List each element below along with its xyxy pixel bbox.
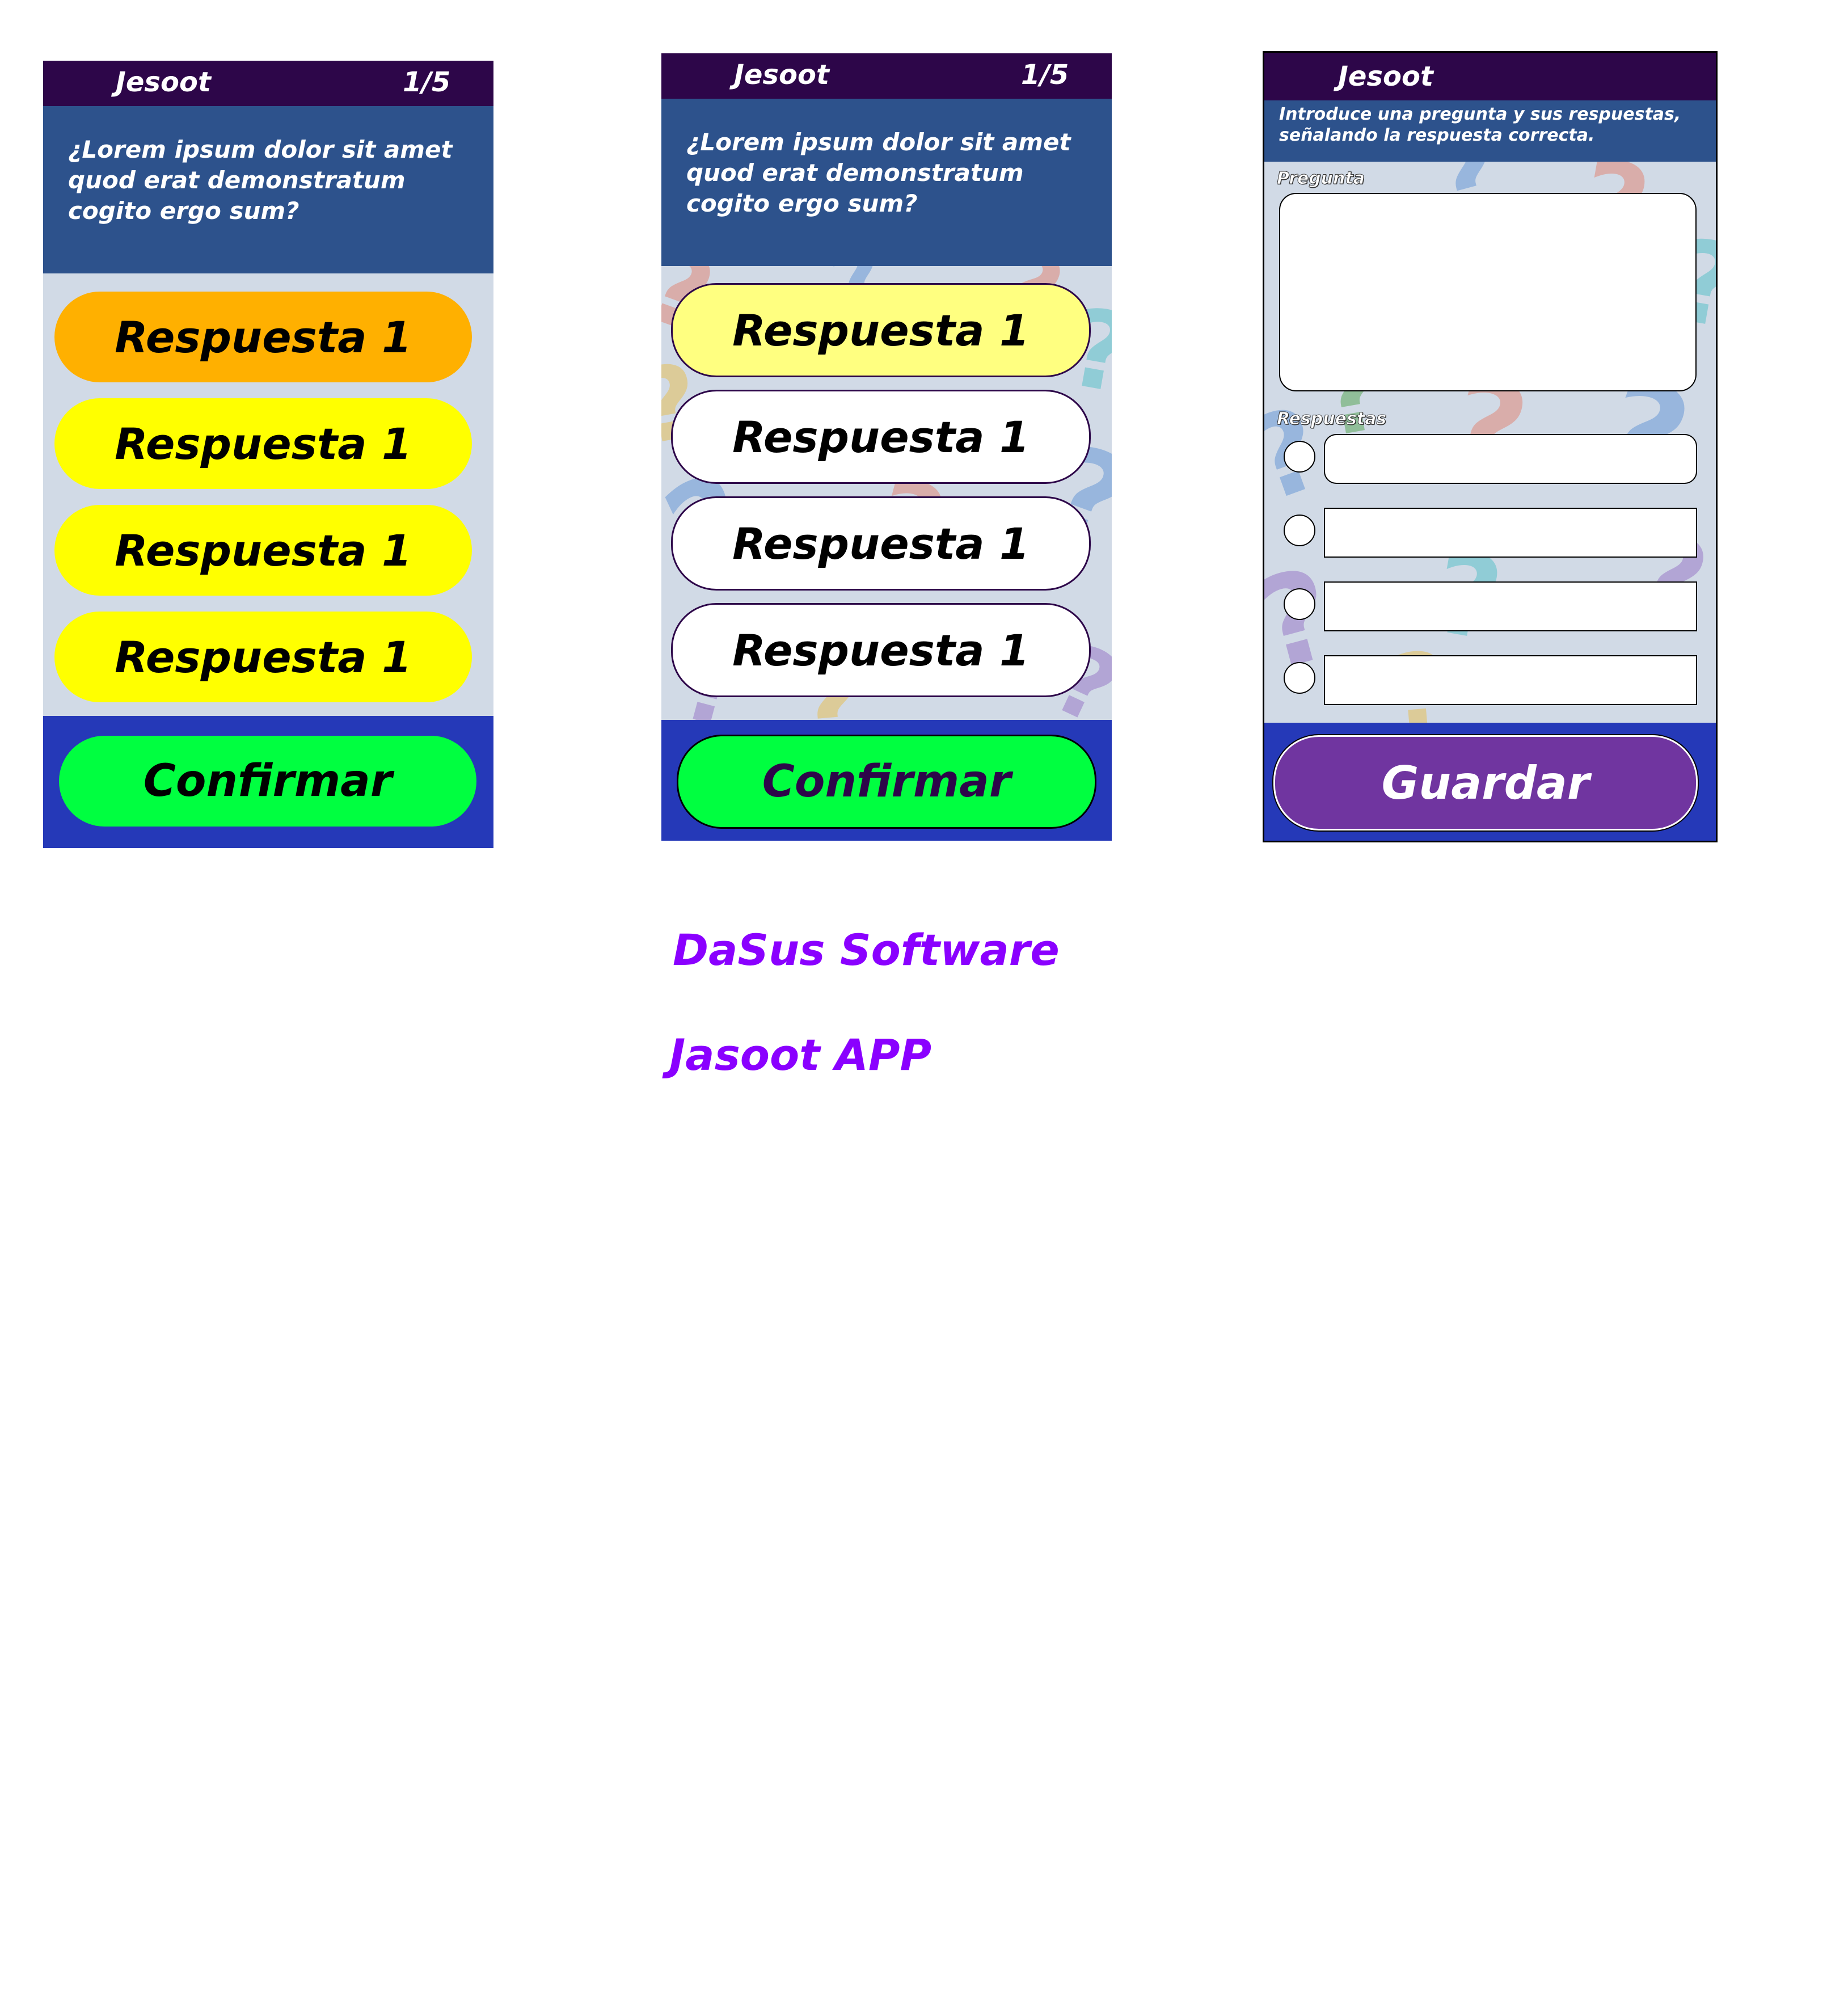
instruction-panel: Introduce una pregunta y sus respuestas,… [1264,100,1716,162]
correct-answer-radio-4[interactable] [1284,662,1315,694]
question-text: ¿Lorem ipsum dolor sit amet quod erat de… [68,136,453,225]
answer-button-4[interactable]: Respuesta 1 [671,603,1091,697]
quiz-screen-1: Jesoot 1/5 ¿Lorem ipsum dolor sit amet q… [43,61,493,848]
question-panel: ¿Lorem ipsum dolor sit amet quod erat de… [43,106,493,273]
answer-button-2[interactable]: Respuesta 1 [54,398,472,489]
answer-button-3[interactable]: Respuesta 1 [54,505,472,596]
answer-input-2[interactable] [1324,508,1697,558]
bottom-bar: Confirmar [43,716,493,848]
question-counter: 1/5 [1021,59,1069,91]
answers-panel: Respuesta 1 Respuesta 1 Respuesta 1 Resp… [43,273,493,716]
correct-answer-radio-1[interactable] [1284,441,1315,473]
answer-input-4[interactable] [1324,655,1697,705]
answer-button-1-selected[interactable]: Respuesta 1 [671,283,1091,377]
question-counter: 1/5 [403,66,451,98]
answers-panel: ? ? ? ? ? ? ? ? ? ? ? ? ? Respuesta 1 Re… [661,266,1112,720]
confirm-button[interactable]: Confirmar [677,735,1096,829]
question-panel: ¿Lorem ipsum dolor sit amet quod erat de… [661,99,1112,266]
top-bar: Jesoot 1/5 [43,61,493,106]
correct-answer-radio-2[interactable] [1284,515,1315,546]
answers-label: Respuestas [1276,409,1387,429]
product-name: Jasoot APP [669,1030,932,1080]
quiz-screen-2: Jesoot 1/5 ¿Lorem ipsum dolor sit amet q… [661,53,1112,841]
answer-button-3[interactable]: Respuesta 1 [671,496,1091,591]
editor-screen: Jesoot Introduce una pregunta y sus resp… [1263,51,1718,842]
answer-button-2[interactable]: Respuesta 1 [671,390,1091,484]
question-textarea[interactable] [1279,193,1697,391]
top-bar: Jesoot [1264,53,1716,100]
bottom-bar: Guardar [1264,723,1716,841]
instruction-text: Introduce una pregunta y sus respuestas,… [1279,104,1681,145]
bottom-bar: Confirmar [661,720,1112,841]
answer-input-1[interactable] [1324,434,1697,484]
answer-input-3[interactable] [1324,581,1697,631]
top-bar: Jesoot 1/5 [661,53,1112,99]
company-name: DaSus Software [673,925,1060,975]
app-title: Jesoot [1338,61,1433,92]
app-title: Jesoot [116,66,211,98]
save-button[interactable]: Guardar [1273,735,1698,830]
confirm-button[interactable]: Confirmar [59,736,476,827]
app-title: Jesoot [734,59,829,91]
answer-button-1-selected[interactable]: Respuesta 1 [54,292,472,382]
form-panel: ? ? ? ? ? ? ? ? ? ? ? Pregunta Respuesta… [1264,162,1716,723]
question-text: ¿Lorem ipsum dolor sit amet quod erat de… [686,128,1071,217]
answer-button-4[interactable]: Respuesta 1 [54,612,472,702]
correct-answer-radio-3[interactable] [1284,588,1315,620]
question-label: Pregunta [1277,168,1365,189]
